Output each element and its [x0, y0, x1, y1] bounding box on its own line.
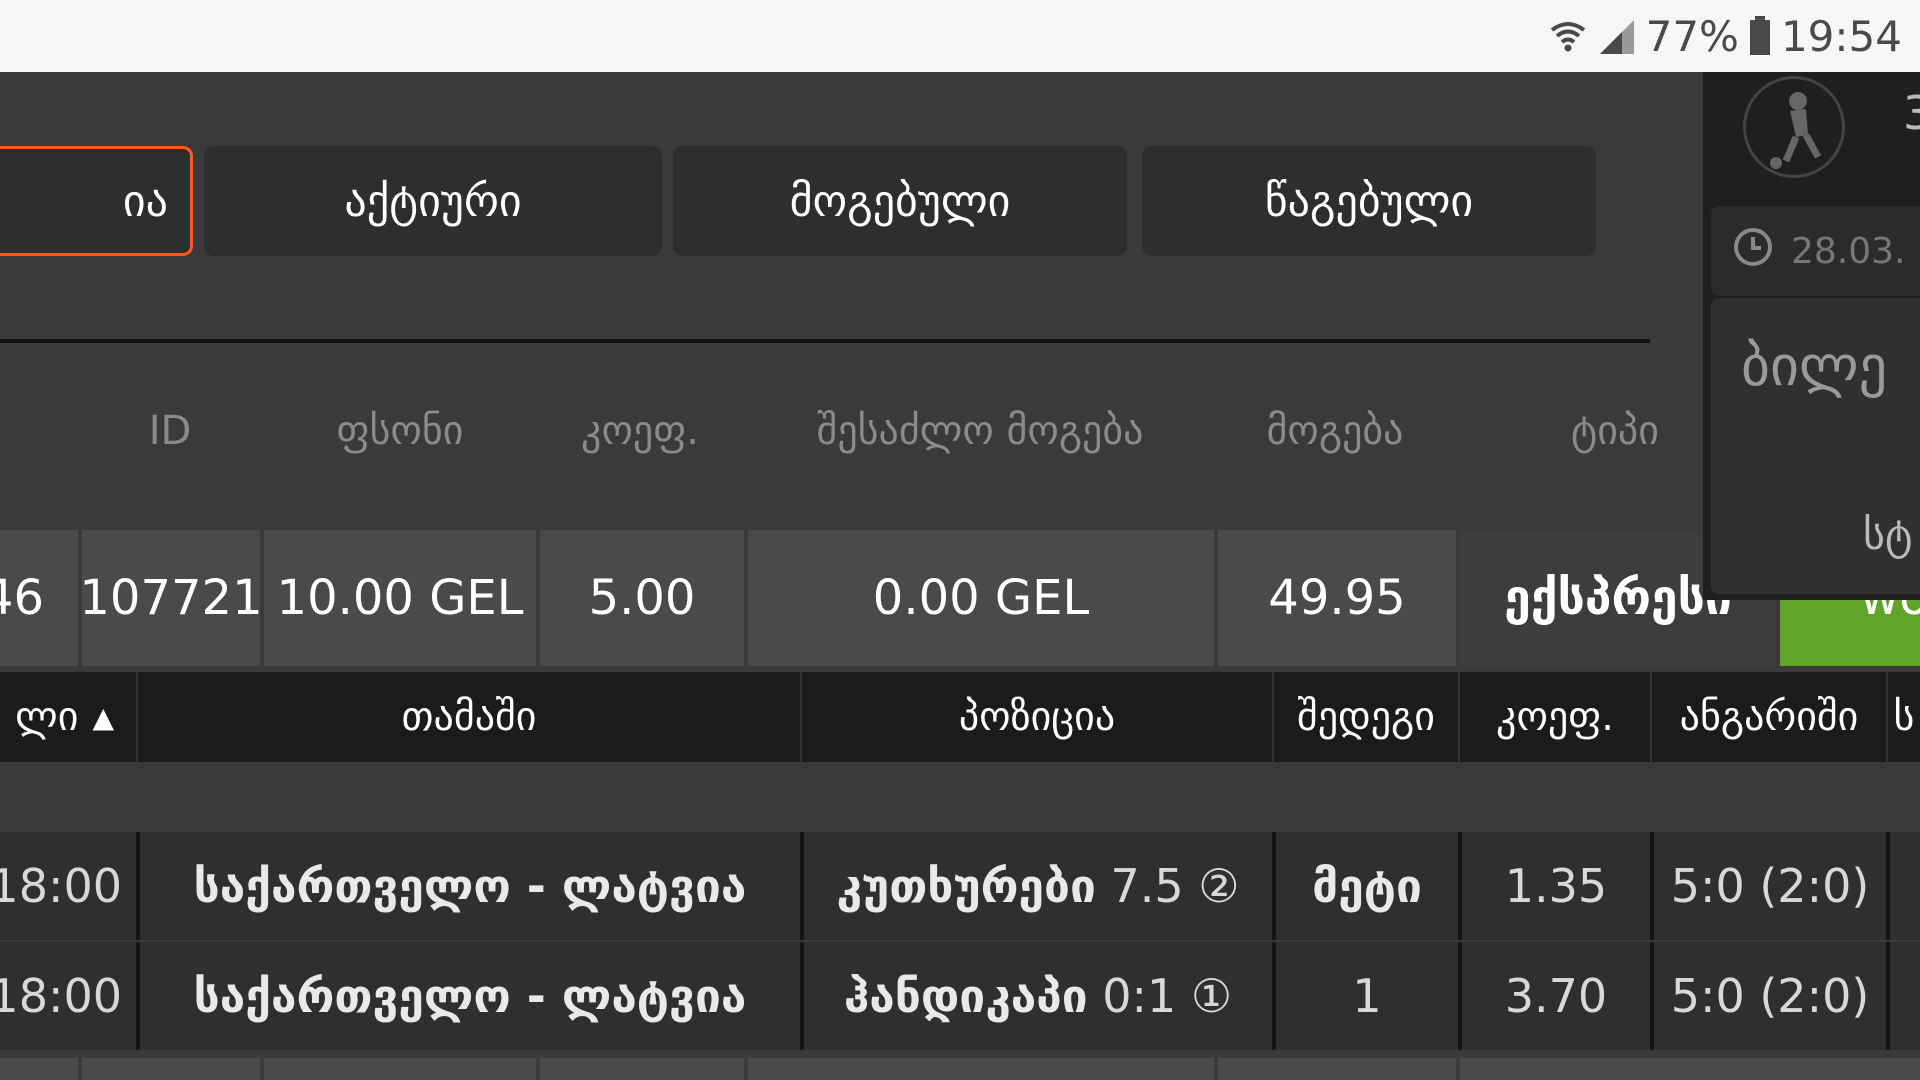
player-avatar-icon: [1743, 76, 1845, 178]
detail-result: 1: [1276, 942, 1462, 1050]
detail-game: საქართველო - ლატვია: [140, 942, 804, 1050]
clock: 19:54: [1780, 11, 1902, 61]
detail-result: მეტი: [1276, 832, 1462, 940]
detail-head-position: პოზიცია: [802, 672, 1274, 762]
detail-time: : 18:00: [0, 832, 140, 940]
col-head-possible-win: შესაძლო მოგება: [816, 408, 1144, 454]
detail-score: 5:0 (2:0): [1654, 832, 1890, 940]
bet-row[interactable]: 46 107721 10.00 GEL 5.00 0.00 GEL 49.95 …: [0, 530, 1920, 666]
detail-partial: [1890, 942, 1920, 1050]
detail-game: საქართველო - ლატვია: [140, 832, 804, 940]
battery-percent: 77%: [1645, 11, 1739, 61]
detail-head-partial: ს: [1893, 694, 1915, 740]
side-date-card: 28.03.: [1711, 206, 1920, 296]
signal-icon: [1598, 16, 1636, 56]
clock-icon: [1733, 227, 1773, 276]
detail-time: : 18:00: [0, 942, 140, 1050]
detail-position: ჰანდიკაპი 0:1 ①: [804, 942, 1276, 1050]
detail-head-game: თამაში: [138, 672, 802, 762]
filter-active-button[interactable]: აქტიური: [204, 146, 662, 256]
wifi-icon: [1548, 16, 1588, 56]
battery-icon: [1749, 16, 1771, 56]
divider: [0, 339, 1650, 343]
detail-table-header: ლი ▲ თამაში პოზიცია შედეგი კოეფ. ანგარიშ…: [0, 672, 1920, 762]
detail-head-result: შედეგი: [1274, 672, 1460, 762]
status-icons: 77% 19:54: [1548, 0, 1902, 72]
filter-all-button[interactable]: ია: [0, 146, 193, 256]
col-head-type: ტიპი: [1571, 408, 1659, 454]
detail-coef: 3.70: [1462, 942, 1654, 1050]
side-date: 28.03.: [1791, 230, 1906, 272]
status-bar: 77% 19:54: [0, 0, 1920, 72]
side-ticket-title: ბილე: [1741, 334, 1888, 399]
detail-coef: 1.35: [1462, 832, 1654, 940]
bet-cell-partial: 46: [0, 530, 78, 666]
next-bet-row-partial: [0, 1058, 1920, 1080]
filter-won-button[interactable]: მოგებული: [673, 146, 1127, 256]
detail-position: კუთხურები 7.5 ②: [804, 832, 1276, 940]
filter-lost-button[interactable]: წაგებული: [1142, 146, 1596, 256]
side-top-label: 3: [1903, 86, 1920, 140]
detail-head-date[interactable]: ლი ▲: [0, 672, 138, 762]
bet-cell-stake: 10.00 GEL: [264, 530, 536, 666]
side-panel: 3 28.03. ბილე სტ: [1703, 72, 1920, 600]
sort-up-icon: ▲: [92, 700, 114, 734]
table-row: : 18:00 საქართველო - ლატვია კუთხურები 7.…: [0, 832, 1920, 940]
detail-head-coef: კოეფ.: [1460, 672, 1652, 762]
detail-score: 5:0 (2:0): [1654, 942, 1890, 1050]
bet-cell-win: 49.95: [1218, 530, 1456, 666]
col-head-stake: ფსონი: [336, 408, 464, 454]
table-row: : 18:00 საქართველო - ლატვია ჰანდიკაპი 0:…: [0, 942, 1920, 1050]
bet-cell-coef: 5.00: [540, 530, 744, 666]
col-head-id: ID: [148, 408, 192, 454]
col-head-coef: კოეფ.: [581, 408, 699, 454]
col-head-win: მოგება: [1266, 408, 1404, 454]
detail-head-score: ანგარიში: [1652, 672, 1888, 762]
bet-cell-id: 107721: [82, 530, 260, 666]
detail-partial: [1890, 832, 1920, 940]
bet-cell-possible-win: 0.00 GEL: [748, 530, 1214, 666]
side-ticket-footer: სტ: [1863, 510, 1913, 559]
